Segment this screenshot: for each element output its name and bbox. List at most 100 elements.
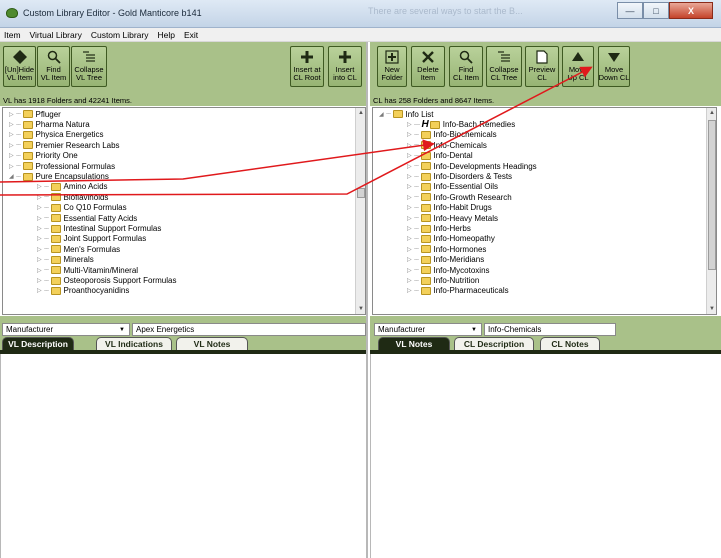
collapsed-triangle-icon[interactable]: ▷ <box>407 246 413 253</box>
cl-tree-row[interactable]: ▷ --- Info-Meridians <box>407 255 484 265</box>
expanded-triangle-icon[interactable]: ◢ <box>379 111 385 118</box>
close-button[interactable]: X <box>669 2 713 19</box>
insert-at-cl-root-button[interactable]: Insert at CL Root <box>290 46 324 87</box>
vl-tree-row[interactable]: ▷ --- Pharma Natura <box>9 119 90 129</box>
collapsed-triangle-icon[interactable]: ▷ <box>9 152 15 159</box>
vl-tree[interactable]: ▲ ▼ ▷ --- Pfluger ▷ --- Pharma Natura ▷ --- Phys… <box>2 107 366 315</box>
vl-tree-row[interactable]: ▷ --- Premier Research Labs <box>9 140 120 150</box>
vl-tree-row[interactable]: ▷ --- Pfluger <box>9 109 61 119</box>
menu-item-item[interactable]: Item <box>4 30 21 40</box>
scroll-up-icon[interactable]: ▲ <box>707 108 716 118</box>
vl-description-text-area[interactable] <box>0 354 366 558</box>
menu-item-virtual-library[interactable]: Virtual Library <box>30 30 82 40</box>
maximize-button[interactable]: □ <box>643 2 669 19</box>
menu-item-custom-library[interactable]: Custom Library <box>91 30 149 40</box>
menu-item-exit[interactable]: Exit <box>184 30 198 40</box>
vl-tree-scrollbar[interactable]: ▲ ▼ <box>355 108 365 314</box>
tab-vl-notes[interactable]: VL Notes <box>176 337 248 351</box>
vl-tree-row[interactable]: ▷ --- Physica Energetics <box>9 130 104 140</box>
expanded-triangle-icon[interactable]: ◢ <box>9 173 15 180</box>
cl-tree-row[interactable]: ▷ --- Info-Heavy Metals <box>407 213 498 223</box>
cl-tree-row[interactable]: ▷ --- Info-Habit Drugs <box>407 203 492 213</box>
cl-tree[interactable]: ▲ ▼ ◢ --- Info List ▷ — H Info-Bach Remedies ▷ -… <box>372 107 717 315</box>
insert-into-cl-button[interactable]: Insert into CL <box>328 46 362 87</box>
collapsed-triangle-icon[interactable]: ▷ <box>407 121 413 128</box>
menu-item-help[interactable]: Help <box>157 30 174 40</box>
move-down-cl-button[interactable]: Move Down CL <box>598 46 630 87</box>
tab-cl-description[interactable]: CL Description <box>454 337 534 351</box>
collapsed-triangle-icon[interactable]: ▷ <box>407 152 413 159</box>
vl-tree-row[interactable]: ▷ --- Priority One <box>9 151 78 161</box>
collapsed-triangle-icon[interactable]: ▷ <box>37 194 43 201</box>
cl-tree-row[interactable]: ▷ --- Info-Biochemicals <box>407 130 497 140</box>
collapsed-triangle-icon[interactable]: ▷ <box>9 163 15 170</box>
scroll-down-icon[interactable]: ▼ <box>707 304 716 314</box>
cl-tree-row[interactable]: ▷ --- Info-Pharmaceuticals <box>407 286 509 296</box>
tab-vl-notes-right[interactable]: VL Notes <box>378 337 450 351</box>
vl-tree-row[interactable]: ▷ --- Osteoporosis Support Formulas <box>37 275 176 285</box>
vl-tree-row[interactable]: ◢ --- Pure Encapsulations <box>9 171 109 181</box>
cl-tree-row[interactable]: ▷ --- Info-Developments Headings <box>407 161 537 171</box>
find-vl-item-button[interactable]: Find VL Item <box>37 46 70 87</box>
vl-tree-row[interactable]: ▷ --- Essential Fatty Acids <box>37 213 137 223</box>
cl-tree-row[interactable]: ▷ --- Info-Nutrition <box>407 275 479 285</box>
vl-tree-row[interactable]: ▷ --- Professional Formulas <box>9 161 115 171</box>
vl-tree-row[interactable]: ▷ --- Proanthocyanidins <box>37 286 129 296</box>
collapsed-triangle-icon[interactable]: ▷ <box>37 183 43 190</box>
collapsed-triangle-icon[interactable]: ▷ <box>9 142 15 149</box>
collapsed-triangle-icon[interactable]: ▷ <box>407 287 413 294</box>
collapsed-triangle-icon[interactable]: ▷ <box>37 256 43 263</box>
collapsed-triangle-icon[interactable]: ▷ <box>9 121 15 128</box>
collapsed-triangle-icon[interactable]: ▷ <box>37 225 43 232</box>
vl-tree-row[interactable]: ▷ --- Minerals <box>37 255 94 265</box>
vl-tree-row[interactable]: ▷ --- Joint Support Formulas <box>37 234 146 244</box>
cl-tree-row[interactable]: ◢ --- Info List <box>379 109 434 119</box>
scrollbar-thumb[interactable] <box>357 188 365 198</box>
collapsed-triangle-icon[interactable]: ▷ <box>407 173 413 180</box>
move-up-cl-button[interactable]: Move Up CL <box>562 46 594 87</box>
collapsed-triangle-icon[interactable]: ▷ <box>407 256 413 263</box>
scroll-down-icon[interactable]: ▼ <box>356 304 365 314</box>
tab-vl-indications[interactable]: VL Indications <box>96 337 172 351</box>
cl-tree-row[interactable]: ▷ --- Info-Essential Oils <box>407 182 498 192</box>
collapsed-triangle-icon[interactable]: ▷ <box>37 246 43 253</box>
tab-cl-notes[interactable]: CL Notes <box>540 337 600 351</box>
collapsed-triangle-icon[interactable]: ▷ <box>407 267 413 274</box>
collapsed-triangle-icon[interactable]: ▷ <box>407 215 413 222</box>
collapsed-triangle-icon[interactable]: ▷ <box>407 225 413 232</box>
collapsed-triangle-icon[interactable]: ▷ <box>9 111 15 118</box>
collapsed-triangle-icon[interactable]: ▷ <box>407 204 413 211</box>
vl-tree-row[interactable]: ▷ --- Amino Acids <box>37 182 108 192</box>
collapsed-triangle-icon[interactable]: ▷ <box>407 277 413 284</box>
collapsed-triangle-icon[interactable]: ▷ <box>37 235 43 242</box>
collapsed-triangle-icon[interactable]: ▷ <box>407 183 413 190</box>
collapsed-triangle-icon[interactable]: ▷ <box>37 204 43 211</box>
cl-tree-scrollbar[interactable]: ▲ ▼ <box>706 108 716 314</box>
collapsed-triangle-icon[interactable]: ▷ <box>37 277 43 284</box>
cl-tree-row[interactable]: ▷ --- Info-Chemicals <box>407 140 487 150</box>
vl-tree-row[interactable]: ▷ --- Multi-Vitamin/Mineral <box>37 265 138 275</box>
cl-tree-row[interactable]: ▷ --- Info-Homeopathy <box>407 234 495 244</box>
cl-tree-row[interactable]: ▷ --- Info-Growth Research <box>407 192 512 202</box>
collapsed-triangle-icon[interactable]: ▷ <box>37 287 43 294</box>
collapsed-triangle-icon[interactable]: ▷ <box>407 235 413 242</box>
minimize-button[interactable]: — <box>617 2 643 19</box>
new-folder-button[interactable]: New Folder <box>377 46 407 87</box>
collapsed-triangle-icon[interactable]: ▷ <box>37 215 43 222</box>
collapsed-triangle-icon[interactable]: ▷ <box>407 131 413 138</box>
unhide-vl-item-button[interactable]: [Un]Hide VL Item <box>3 46 36 87</box>
collapse-vl-tree-button[interactable]: Collapse VL Tree <box>71 46 107 87</box>
preview-cl-button[interactable]: Preview CL <box>525 46 559 87</box>
collapsed-triangle-icon[interactable]: ▷ <box>407 194 413 201</box>
tab-vl-description[interactable]: VL Description <box>2 337 74 351</box>
scrollbar-thumb[interactable] <box>708 120 716 270</box>
cl-notes-text-area[interactable] <box>370 354 721 558</box>
cl-tree-row[interactable]: ▷ — H Info-Bach Remedies <box>407 119 515 130</box>
vl-category-dropdown[interactable]: Manufacturer ▼ <box>2 323 130 336</box>
find-cl-item-button[interactable]: Find CL Item <box>449 46 483 87</box>
collapsed-triangle-icon[interactable]: ▷ <box>9 131 15 138</box>
cl-tree-row[interactable]: ▷ --- Info-Hormones <box>407 244 486 254</box>
vl-tree-row[interactable]: ▷ --- Men's Formulas <box>37 244 120 254</box>
cl-tree-row[interactable]: ▷ --- Info-Dental <box>407 151 473 161</box>
vl-tree-row[interactable]: ▷ --- Co Q10 Formulas <box>37 203 127 213</box>
